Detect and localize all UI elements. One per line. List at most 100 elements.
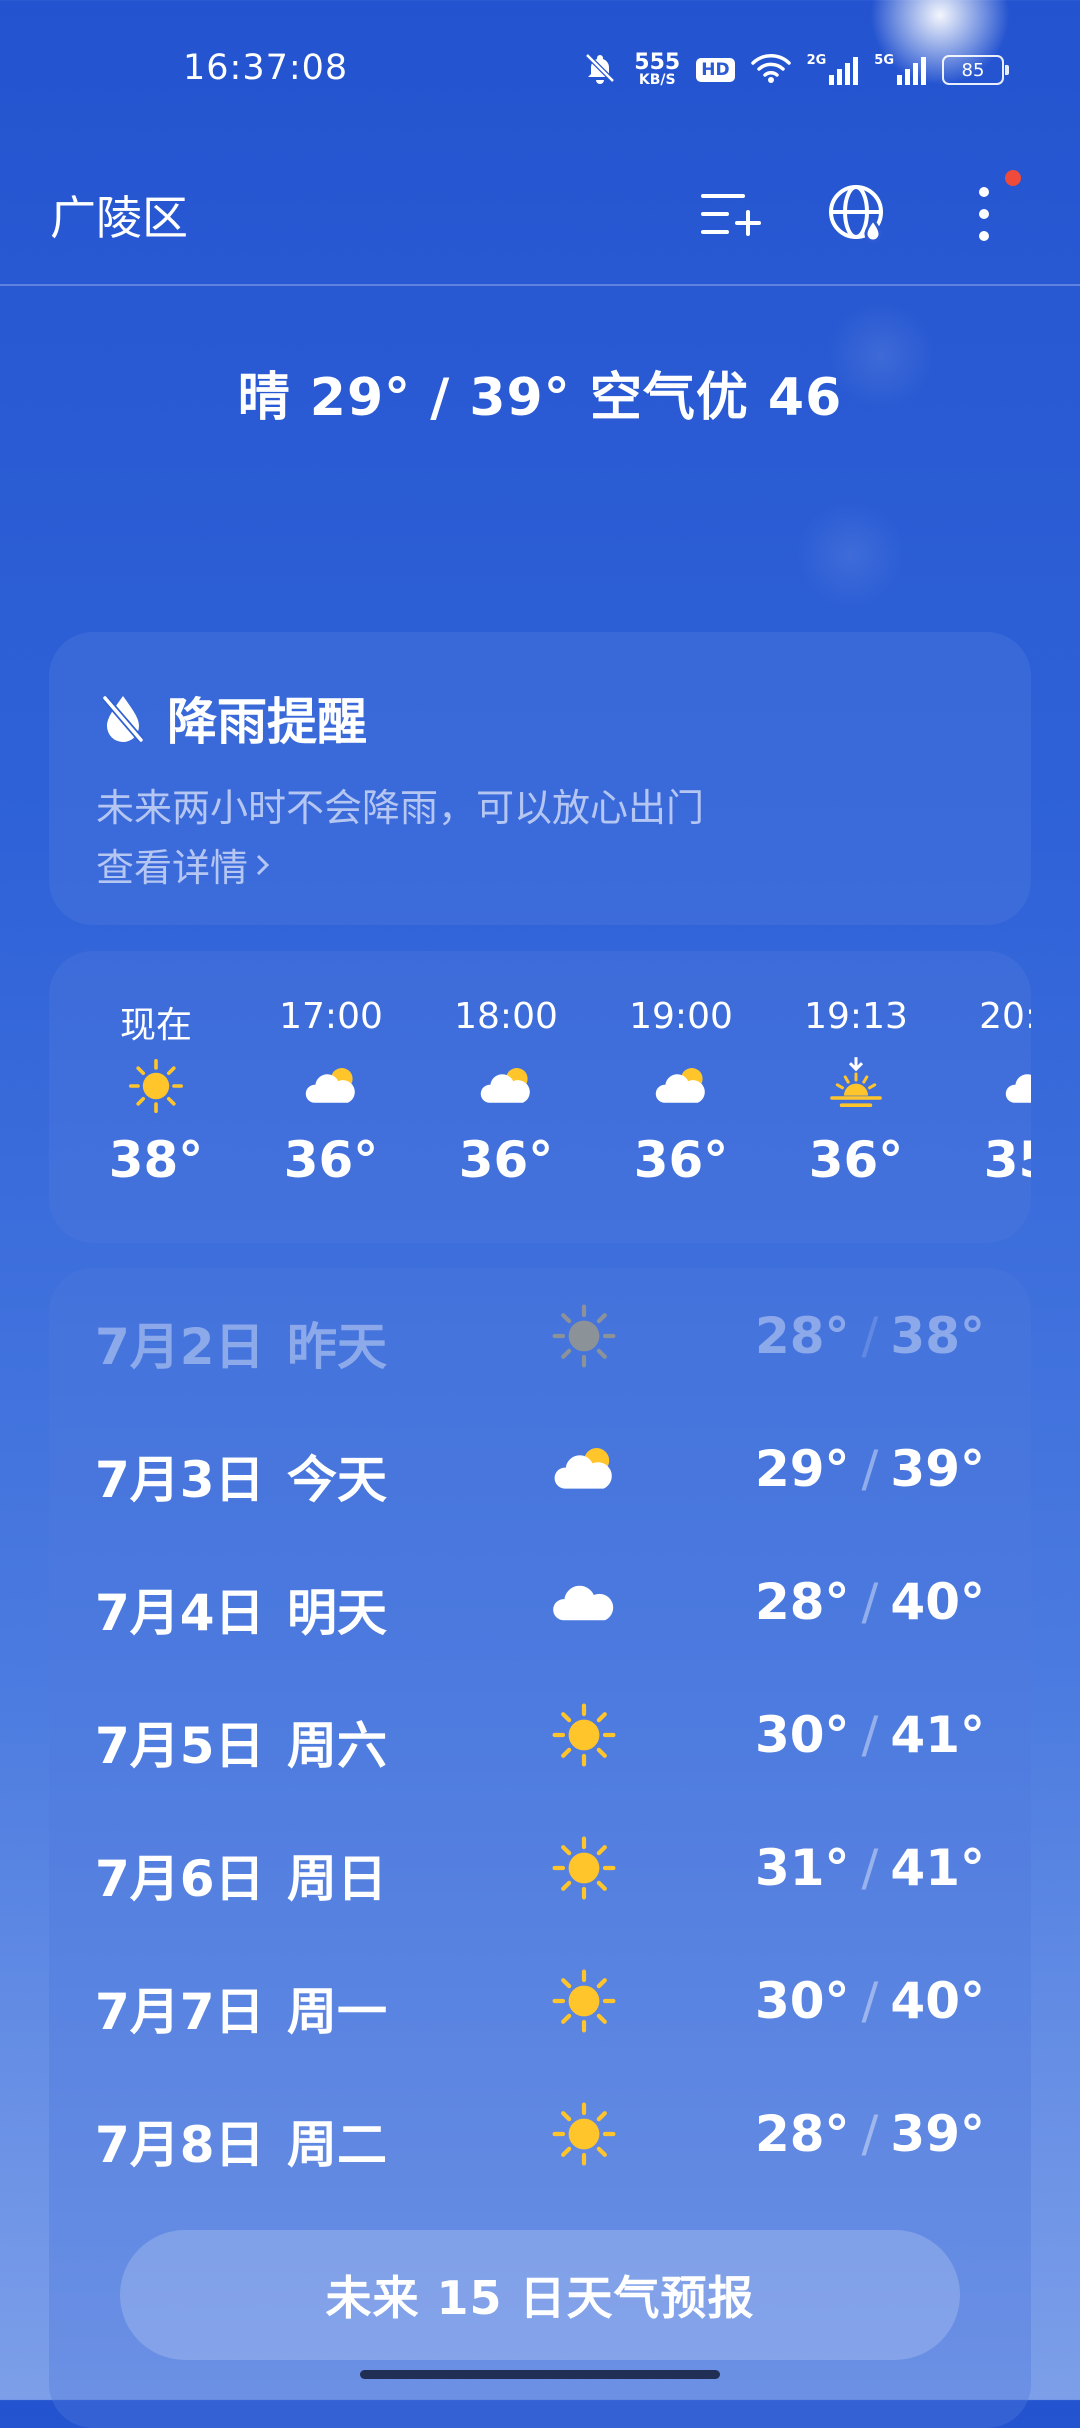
daily-low-temp: 28° <box>754 1307 850 1365</box>
mute-icon <box>582 50 618 90</box>
daily-day-name: 周二 <box>287 2116 387 2174</box>
daily-day-name: 今天 <box>287 1451 387 1509</box>
no-rain-icon <box>102 695 144 743</box>
sim1-signal: 2G <box>806 53 859 85</box>
daily-low-temp: 31° <box>754 1839 850 1897</box>
hourly-temp: 35° <box>983 1131 1031 1189</box>
daily-low-temp: 29° <box>754 1440 850 1498</box>
network-speed: 555 KB/S <box>634 49 681 88</box>
daily-date: 7月7日 <box>95 1983 265 2041</box>
daily-high-temp: 38° <box>890 1307 985 1365</box>
daily-date: 7月3日 <box>95 1451 265 1509</box>
daily-date: 7月2日 <box>95 1318 265 1376</box>
light-flare <box>796 500 906 610</box>
daily-day-name: 周六 <box>287 1717 387 1775</box>
daily-date: 7月4日 <box>95 1584 265 1642</box>
battery-level: 85 <box>961 59 985 81</box>
globe-weather-button[interactable] <box>822 178 894 250</box>
daily-day-name: 周日 <box>287 1850 387 1908</box>
status-icons: 555 KB/S HD 2G 5G 85 <box>582 49 1009 90</box>
daily-row[interactable]: 7月4日 明天 28°/40° <box>49 1535 1031 1667</box>
daily-temp-range: 28°/40° <box>755 1573 985 1631</box>
daily-date: 7月5日 <box>95 1717 265 1775</box>
status-time: 16:37:08 <box>183 48 349 88</box>
status-bar: 16:37:08 555 KB/S HD 2G 5G 85 <box>0 0 1080 140</box>
hourly-temp: 36° <box>283 1131 379 1189</box>
cloud-sun-icon <box>476 1056 536 1116</box>
daily-row[interactable]: 7月5日 周六 30°/41° <box>49 1668 1031 1800</box>
daily-row[interactable]: 7月7日 周一 30°/40° <box>49 1934 1031 2066</box>
rain-details-label: 查看详情 <box>96 846 249 890</box>
daily-temp-separator: / <box>861 1706 879 1764</box>
daily-temp-range: 28°/39° <box>755 2105 985 2163</box>
globe-icon <box>829 185 883 243</box>
daily-temp-separator: / <box>861 2105 879 2163</box>
daily-low-temp: 30° <box>754 1972 850 2030</box>
sim1-network-type: 2G <box>806 53 827 68</box>
sun-icon <box>549 1700 619 1770</box>
daily-low-temp: 28° <box>754 2105 850 2163</box>
daily-temp-range: 30°/41° <box>755 1706 985 1764</box>
app-header: 广陵区 <box>0 160 1080 286</box>
daily-high-temp: 41° <box>890 1839 985 1897</box>
daily-temp-separator: / <box>861 1573 879 1631</box>
daily-temp-separator: / <box>861 1307 879 1365</box>
daily-high-temp: 40° <box>890 1972 985 2030</box>
hourly-forecast-card[interactable]: 现在 38° 17:00 36° 18:00 36° 19:00 36° 19:… <box>49 951 1031 1243</box>
daily-high-temp: 40° <box>890 1573 985 1631</box>
daily-day-name: 明天 <box>287 1584 387 1642</box>
daily-temp-range: 29°/39° <box>755 1440 985 1498</box>
daily-row[interactable]: 7月6日 周日 31°/41° <box>49 1801 1031 1933</box>
list-add-icon <box>701 194 761 236</box>
cloud-icon <box>549 1567 619 1637</box>
hd-voice-badge: HD <box>696 58 735 82</box>
add-city-button[interactable] <box>695 178 767 250</box>
sim2-network-type: 5G <box>874 53 894 68</box>
15-day-forecast-button[interactable]: 未来 15 日天气预报 <box>120 2230 960 2360</box>
hourly-temp: 38° <box>108 1131 204 1189</box>
network-speed-unit: KB/S <box>638 71 676 88</box>
cloud-sun-icon <box>651 1056 711 1116</box>
weather-summary[interactable]: 晴 29° / 39° 空气优 46 <box>0 355 1080 430</box>
cloud-sun-icon <box>549 1434 619 1504</box>
hourly-temp: 36° <box>633 1131 729 1189</box>
daily-low-temp: 30° <box>754 1706 850 1764</box>
hourly-time: 17:00 <box>279 996 383 1037</box>
hourly-time: 现在 <box>119 1005 192 1046</box>
city-name[interactable]: 广陵区 <box>50 182 188 248</box>
daily-high-temp: 39° <box>890 2105 985 2163</box>
more-menu-button[interactable] <box>948 178 1020 250</box>
daily-temp-separator: / <box>861 1440 879 1498</box>
rain-alert-title-row: 降雨提醒 <box>99 682 367 754</box>
sun-icon <box>549 1833 619 1903</box>
notification-dot <box>1005 170 1021 186</box>
rain-alert-card[interactable]: 降雨提醒 未来两小时不会降雨，可以放心出门 查看详情 <box>49 632 1031 925</box>
sun-icon <box>549 1966 619 2036</box>
daily-temp-range: 30°/40° <box>755 1972 985 2030</box>
hourly-time: 18:00 <box>454 996 558 1037</box>
daily-day-name: 昨天 <box>287 1318 387 1376</box>
wifi-icon <box>750 52 791 88</box>
daily-row[interactable]: 7月8日 周二 28°/39° <box>49 2067 1031 2199</box>
daily-date: 7月8日 <box>95 2116 265 2174</box>
daily-high-temp: 41° <box>890 1706 985 1764</box>
network-speed-value: 555 <box>634 49 681 75</box>
hourly-temp: 36° <box>458 1131 554 1189</box>
daily-forecast-card: 7月2日 昨天 28°/38° 7月3日 今天 29°/39° 7月4日 明天 … <box>49 1268 1031 2428</box>
more-vertical-icon <box>979 187 989 241</box>
signal-bars-icon <box>897 57 926 85</box>
home-indicator[interactable] <box>360 2370 720 2379</box>
daily-row[interactable]: 7月2日 昨天 28°/38° <box>49 1269 1031 1401</box>
hourly-time: 20:00 <box>979 996 1031 1037</box>
rain-alert-title: 降雨提醒 <box>167 693 367 751</box>
daily-day-name: 周一 <box>287 1983 387 2041</box>
daily-temp-range: 31°/41° <box>755 1839 985 1897</box>
hourly-time: 19:13 <box>804 996 908 1037</box>
daily-row[interactable]: 7月3日 今天 29°/39° <box>49 1402 1031 1534</box>
daily-temp-separator: / <box>861 1839 879 1897</box>
rain-details-link[interactable]: 查看详情 <box>96 837 272 892</box>
sun-icon <box>549 2099 619 2169</box>
daily-low-temp: 28° <box>754 1573 850 1631</box>
sim2-signal: 5G <box>874 53 926 85</box>
cloud-sun-icon <box>301 1056 361 1116</box>
